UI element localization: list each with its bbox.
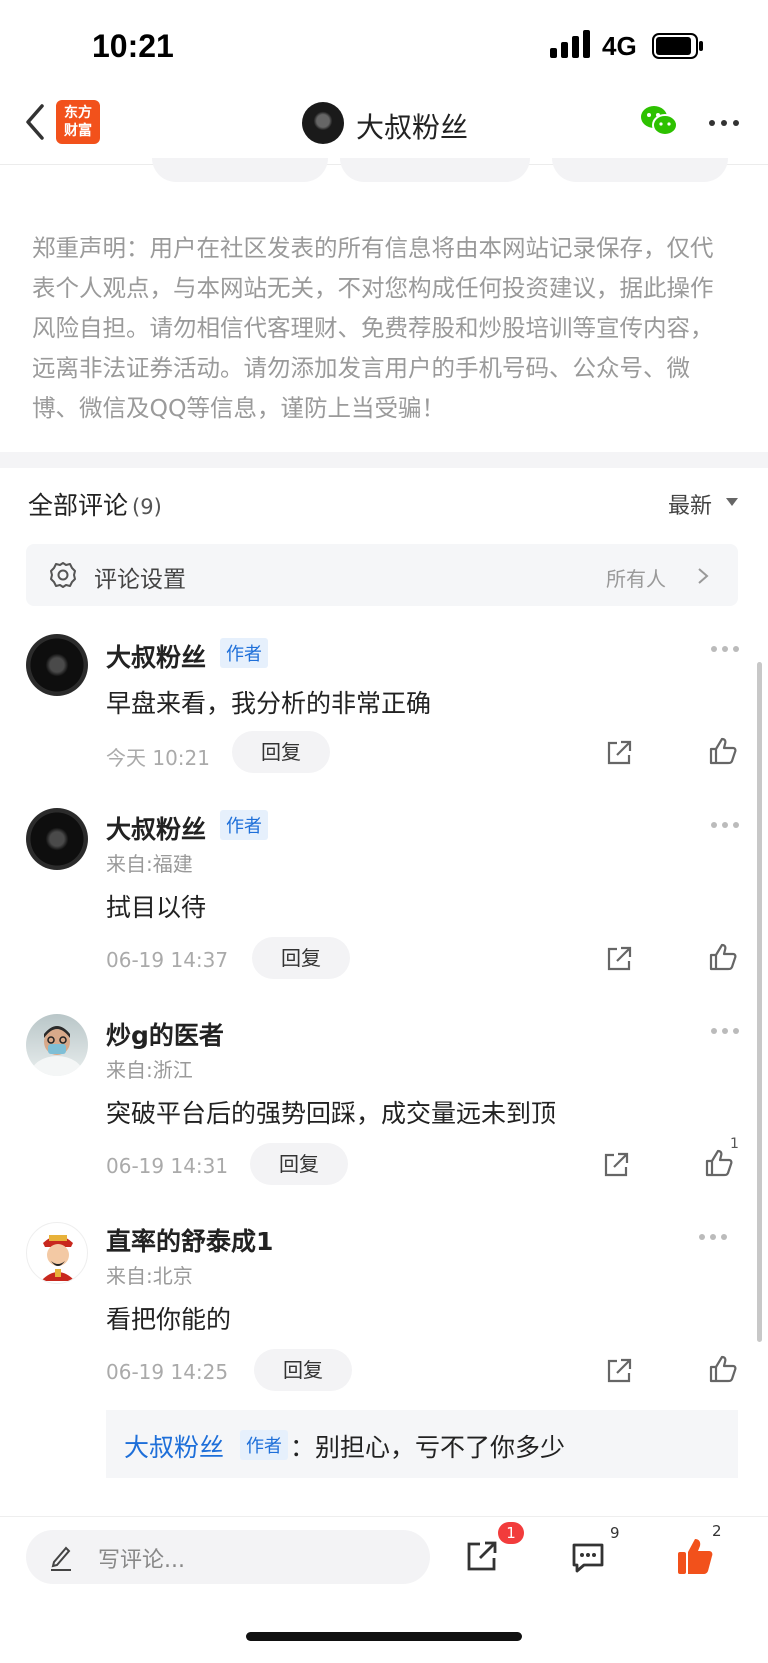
reply-button[interactable]: 回复: [252, 937, 350, 979]
app-logo[interactable]: 东方 财富: [56, 100, 100, 144]
author-avatar[interactable]: [302, 102, 344, 144]
comment-settings-label: 评论设置: [94, 567, 186, 593]
comment-text: 突破平台后的强势回踩，成交量远未到顶: [106, 1099, 557, 1128]
home-indicator[interactable]: [246, 1632, 522, 1641]
more-icon[interactable]: [710, 1027, 740, 1035]
like-count: 2: [712, 1522, 722, 1540]
thumbs-up-icon[interactable]: [708, 942, 738, 972]
wechat-icon[interactable]: [640, 104, 678, 138]
hidden-action-button[interactable]: [340, 158, 530, 182]
back-icon[interactable]: [22, 102, 48, 142]
more-icon[interactable]: [710, 821, 740, 829]
share-icon[interactable]: [604, 944, 634, 974]
page-title[interactable]: 大叔粉丝: [356, 106, 468, 146]
share-icon[interactable]: [604, 738, 634, 768]
avatar[interactable]: [26, 1014, 88, 1076]
sort-dropdown[interactable]: 最新: [668, 488, 712, 520]
hidden-action-button[interactable]: [552, 158, 728, 182]
comments-heading: 全部评论 (9): [28, 486, 162, 522]
like-count: 1: [730, 1136, 739, 1152]
section-divider: [0, 452, 768, 468]
reply-button[interactable]: 回复: [254, 1349, 352, 1391]
logo-text-1: 东方: [64, 105, 92, 121]
comment-username[interactable]: 炒g的医者: [106, 1016, 224, 1052]
reply-button[interactable]: 回复: [232, 731, 330, 773]
comment-time: 06-19 14:37: [106, 948, 229, 972]
battery-icon: [652, 33, 703, 59]
author-badge: 作者: [220, 638, 268, 668]
fortune-god-avatar-icon: [41, 1235, 75, 1281]
more-icon[interactable]: [706, 110, 742, 136]
status-time: 10:21: [92, 28, 174, 64]
hidden-action-button[interactable]: [152, 158, 328, 182]
disclaimer-text: 郑重声明：用户在社区发表的所有信息将由本网站记录保存，仅代表个人观点，与本网站无…: [32, 234, 714, 422]
share-icon[interactable]: [464, 1538, 500, 1574]
comment-username[interactable]: 大叔粉丝: [106, 810, 206, 846]
comment-input[interactable]: [26, 1530, 430, 1584]
more-icon[interactable]: [710, 645, 740, 653]
thumbs-up-icon[interactable]: [708, 736, 738, 766]
thumbs-up-icon[interactable]: [676, 1536, 714, 1576]
avatar[interactable]: [26, 808, 88, 870]
comment-text: 看把你能的: [106, 1305, 232, 1334]
sub-reply-text: ：别担心，亏不了你多少: [290, 1433, 566, 1462]
comment-time: 06-19 14:25: [106, 1360, 229, 1384]
thumbs-up-icon[interactable]: [704, 1148, 734, 1178]
thumbs-up-icon[interactable]: [708, 1354, 738, 1384]
sub-reply-username[interactable]: 大叔粉丝: [124, 1428, 224, 1464]
scrollbar[interactable]: [757, 662, 762, 1342]
comment-username[interactable]: 大叔粉丝: [106, 638, 206, 674]
reply-button[interactable]: 回复: [250, 1143, 348, 1185]
share-icon[interactable]: [604, 1356, 634, 1386]
network-type: 4G: [602, 31, 637, 61]
comment-location: 来自:浙江: [106, 1058, 193, 1082]
comment-text: 早盘来看，我分析的非常正确: [106, 689, 432, 718]
more-icon[interactable]: [698, 1233, 728, 1241]
comment-icon[interactable]: [570, 1540, 606, 1576]
comment-count: 9: [610, 1524, 620, 1542]
comment-input-placeholder[interactable]: 写评论...: [98, 1542, 185, 1574]
comments-count: (9): [132, 495, 162, 519]
comment-settings-value: 所有人: [606, 567, 666, 591]
avatar[interactable]: [26, 1222, 88, 1284]
share-badge: 1: [498, 1522, 524, 1544]
author-badge: 作者: [220, 810, 268, 840]
gear-icon: [50, 562, 76, 588]
comments-title: 全部评论: [28, 491, 129, 520]
chevron-right-icon: [698, 568, 709, 584]
caret-down-icon[interactable]: [726, 498, 738, 506]
share-icon[interactable]: [601, 1150, 631, 1180]
signal-icon: [550, 30, 590, 58]
logo-text-2: 财富: [64, 123, 92, 139]
comment-username[interactable]: 直率的舒泰成1: [106, 1222, 273, 1258]
comment-time: 今天 10:21: [106, 746, 210, 770]
comment-location: 来自:北京: [106, 1264, 193, 1288]
avatar[interactable]: [26, 634, 88, 696]
person-avatar-icon: [31, 1026, 83, 1076]
comment-text: 拭目以待: [106, 893, 207, 922]
pencil-icon: [51, 1546, 71, 1571]
comment-location: 来自:福建: [106, 852, 193, 876]
comment-time: 06-19 14:31: [106, 1154, 229, 1178]
author-badge: 作者: [240, 1430, 288, 1460]
